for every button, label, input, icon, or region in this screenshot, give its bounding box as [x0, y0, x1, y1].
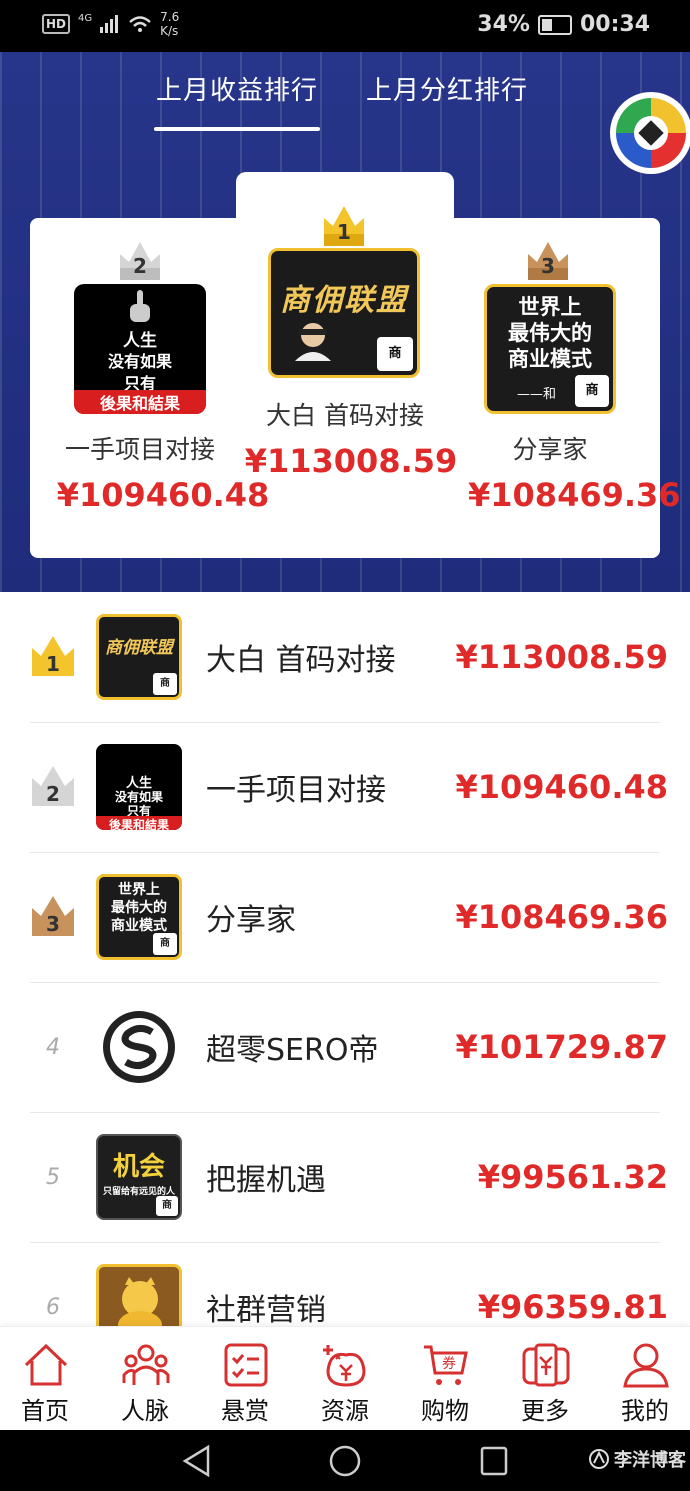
svg-text:券: 券 [442, 1356, 456, 1372]
sero-logo-icon [96, 1004, 182, 1090]
list-item[interactable]: 4 超零SERO帝 ¥101729.87 [30, 982, 668, 1113]
podium-name-2: 一手项目对接 [64, 435, 215, 464]
back-icon[interactable] [180, 1444, 212, 1478]
nav-home[interactable]: 首页 [0, 1327, 90, 1431]
avatar-life: 人生 没有如果 只有 後果和結果 [96, 744, 182, 830]
hand-icon [130, 290, 150, 322]
podium-amount-1: ¥113008.59 [244, 442, 458, 480]
battery-icon [537, 14, 572, 35]
podium-rank-3: 3 [541, 254, 555, 278]
signal-icon [100, 15, 119, 33]
avatar-world[interactable]: 世界上 最伟大的 商业模式 ——和 商 [484, 284, 616, 414]
clock: 00:34 [579, 12, 650, 37]
member-amount: ¥101729.87 [455, 1028, 668, 1066]
cart-icon: 券 [424, 1345, 468, 1385]
member-name: 大白 首码对接 [206, 643, 396, 678]
list-item[interactable]: 1 商佣联盟 商 大白 首码对接 ¥113008.59 [30, 592, 668, 723]
avatar-world: 世界上 最伟大的 商业模式 商 [96, 874, 182, 960]
app-logo-icon[interactable] [610, 92, 690, 174]
avatar-life[interactable]: 人生 没有如果 只有 後果和結果 [74, 284, 206, 414]
more-icon [522, 1343, 570, 1387]
member-amount: ¥99561.32 [477, 1158, 668, 1196]
nav-mine[interactable]: 我的 [600, 1327, 690, 1431]
list-item[interactable]: 5 机会 只留给有远见的人 商 把握机遇 ¥99561.32 [30, 1112, 668, 1243]
podium-name-1: 大白 首码对接 [266, 401, 424, 430]
avatar-chance: 机会 只留给有远见的人 商 [96, 1134, 182, 1220]
resource-icon [323, 1345, 366, 1387]
watermark-logo-icon [589, 1449, 609, 1469]
list-item[interactable]: 2 人生 没有如果 只有 後果和結果 一手项目对接 ¥109460.48 [30, 722, 668, 853]
nav-resource[interactable]: 资源 [300, 1327, 390, 1431]
home-icon [24, 1343, 68, 1386]
shang-badge: 商 [575, 375, 609, 407]
rank-number: 3 [46, 912, 60, 936]
avatar-alliance[interactable]: 商佣联盟 商 [268, 248, 420, 378]
nav-reward[interactable]: 悬赏 [200, 1327, 290, 1431]
member-amount: ¥108469.36 [455, 898, 668, 936]
contacts-icon [122, 1344, 170, 1385]
bottom-nav: 首页 人脉 悬赏 资源 券 购物 更多 我的 [0, 1326, 690, 1431]
rank-number: 4 [46, 1034, 60, 1060]
home-button-icon[interactable] [328, 1444, 362, 1478]
user-icon [623, 1343, 669, 1388]
member-amount: ¥113008.59 [455, 638, 668, 676]
watermark: 李洋博客 [588, 1446, 686, 1472]
tab-monthly-earnings[interactable]: 上月收益排行 [153, 70, 321, 131]
system-nav-bar: 李洋博客 [0, 1430, 690, 1491]
member-name: 超零SERO帝 [206, 1033, 379, 1068]
hd-badge: HD [42, 14, 71, 34]
podium-rank-1: 1 [337, 220, 351, 244]
avatar-alliance: 商佣联盟 商 [96, 614, 182, 700]
rank-number: 2 [46, 782, 60, 806]
net-speed: 7.6 K/s [160, 10, 180, 38]
member-name: 一手项目对接 [206, 773, 386, 808]
network-type: 4G [78, 12, 93, 24]
member-name: 分享家 [206, 903, 296, 938]
status-bar: HD 4G 7.6 K/s 34% 00:34 [0, 0, 690, 52]
list-item[interactable]: 3 世界上 最伟大的 商业模式 商 分享家 ¥108469.36 [30, 852, 668, 983]
person-photo-icon [295, 323, 331, 361]
nav-more[interactable]: 更多 [500, 1327, 590, 1431]
rank-number: 5 [46, 1164, 60, 1190]
podium-amount-2: ¥109460.48 [56, 476, 270, 514]
battery-percent: 34% [477, 12, 530, 37]
recents-icon[interactable] [478, 1444, 510, 1478]
rank-number: 1 [46, 652, 60, 676]
reward-icon [224, 1343, 268, 1387]
nav-contacts[interactable]: 人脉 [100, 1327, 190, 1431]
member-name: 把握机遇 [206, 1163, 326, 1198]
nav-shopping[interactable]: 券 购物 [400, 1327, 490, 1431]
podium-rank-2: 2 [133, 254, 147, 278]
podium-amount-3: ¥108469.36 [468, 476, 681, 514]
tab-monthly-dividends[interactable]: 上月分红排行 [366, 70, 528, 107]
member-amount: ¥109460.48 [455, 768, 668, 806]
wifi-icon [129, 16, 151, 32]
shang-badge: 商 [377, 337, 413, 371]
podium-name-3: 分享家 [512, 435, 588, 464]
